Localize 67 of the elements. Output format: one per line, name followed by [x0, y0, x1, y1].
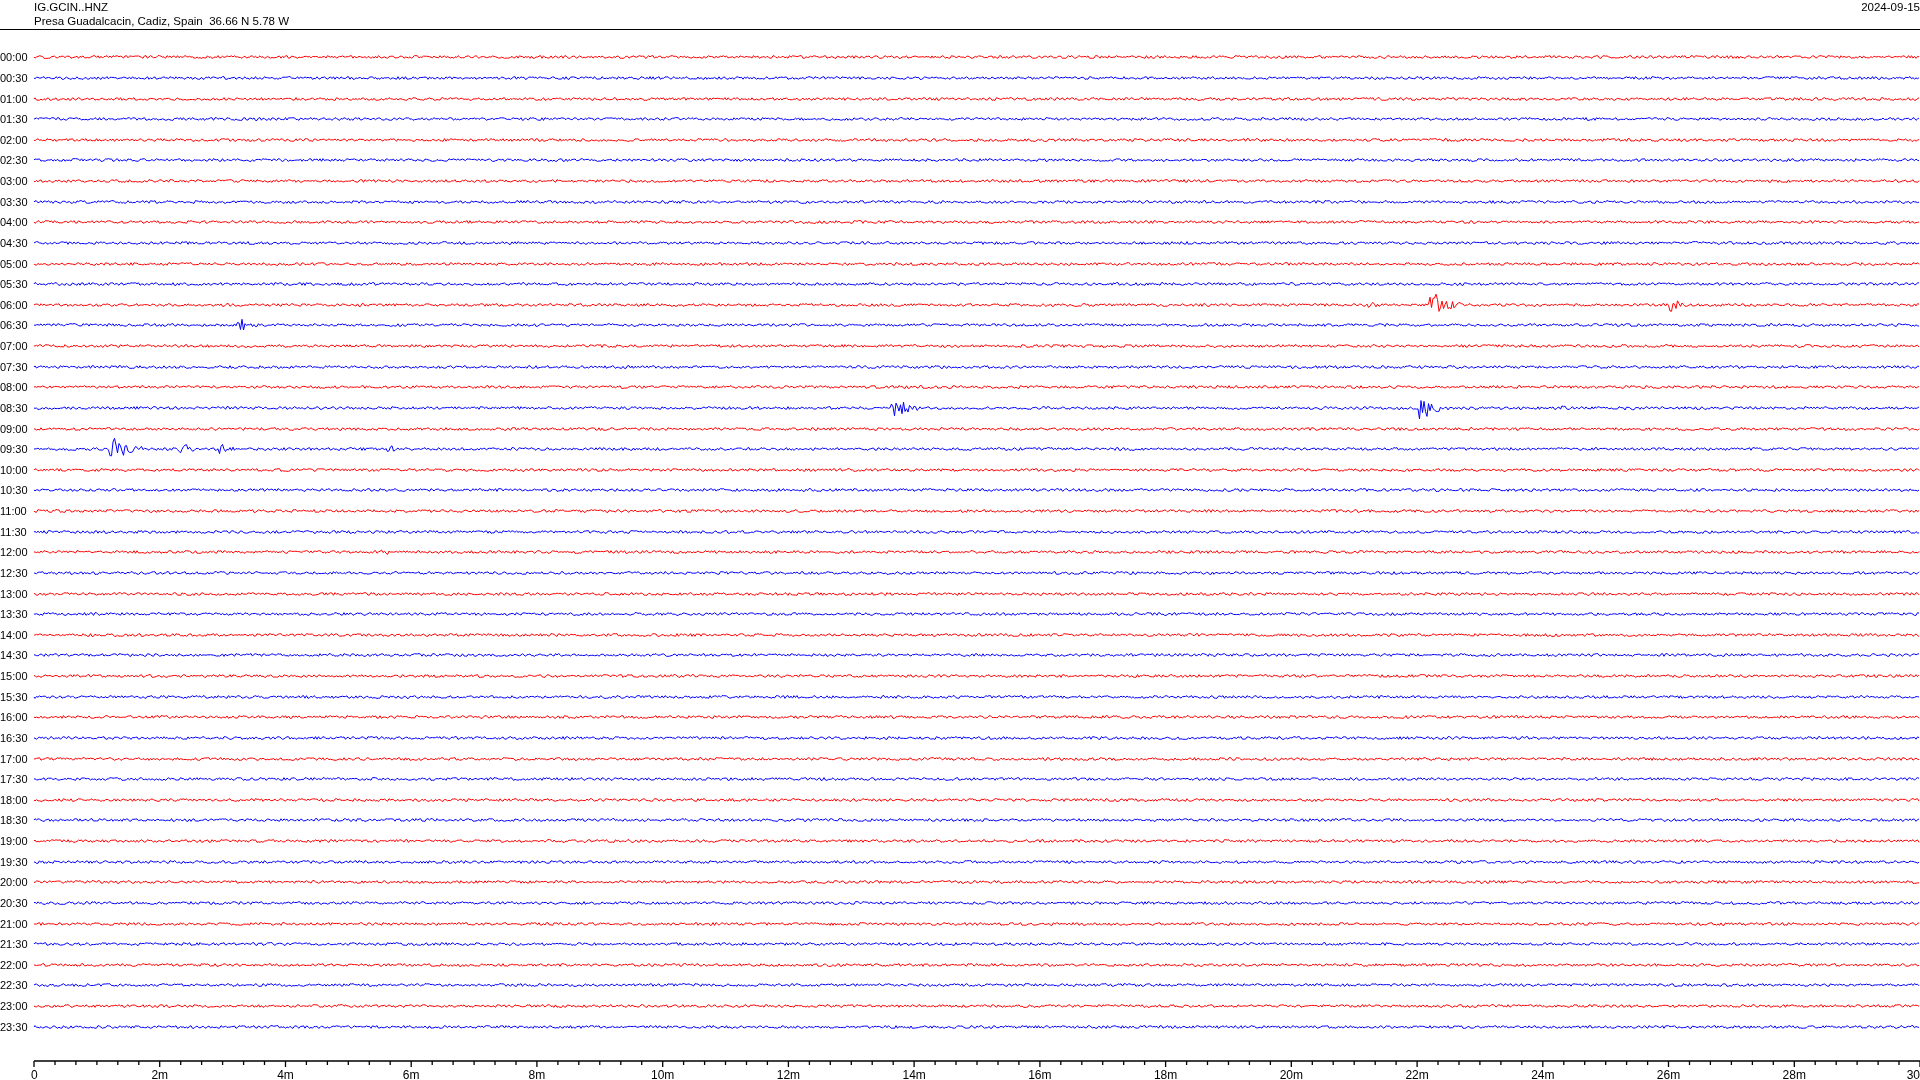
time-label: 05:00 — [0, 257, 29, 270]
time-label: 13:30 — [0, 608, 29, 621]
time-label: 01:00 — [0, 92, 29, 105]
time-label: 20:00 — [0, 876, 29, 889]
time-label: 19:30 — [0, 855, 29, 868]
axis-tick-label: 6m — [402, 1068, 420, 1080]
time-label: 09:00 — [0, 422, 29, 435]
time-label: 09:30 — [0, 443, 29, 456]
time-label: 23:00 — [0, 1000, 29, 1013]
axis-tick-label: 30 — [1906, 1068, 1920, 1080]
time-label: 04:00 — [0, 216, 29, 229]
axis-tick-label: 18m — [1153, 1068, 1178, 1080]
time-label: 12:30 — [0, 566, 29, 579]
axis-tick-label: 26m — [1656, 1068, 1681, 1080]
time-label: 02:30 — [0, 154, 29, 167]
axis-tick-label: 10m — [651, 1068, 675, 1080]
time-label: 15:00 — [0, 670, 29, 683]
axis-tick-label: 28m — [1782, 1068, 1806, 1080]
time-label: 14:30 — [0, 649, 29, 662]
axis-tick-label: 20m — [1279, 1068, 1303, 1080]
time-label: 01:30 — [0, 113, 29, 126]
time-label: 03:30 — [0, 195, 29, 208]
time-label: 10:30 — [0, 484, 29, 497]
time-label: 12:00 — [0, 546, 29, 559]
time-label: 04:30 — [0, 236, 29, 249]
time-label: 19:00 — [0, 835, 29, 848]
time-label: 02:00 — [0, 133, 29, 146]
channel-code: IG.GCIN..HNZ — [34, 0, 110, 14]
time-label: 15:30 — [0, 690, 29, 703]
time-label: 23:30 — [0, 1020, 29, 1033]
time-label: 00:30 — [0, 71, 29, 84]
time-label: 00:00 — [0, 51, 29, 64]
time-label: 08:30 — [0, 401, 29, 414]
axis-tick-label: 16m — [1028, 1068, 1052, 1080]
axis-tick-label: 8m — [528, 1068, 546, 1080]
time-label: 06:00 — [0, 298, 29, 311]
time-label: 20:30 — [0, 896, 29, 909]
time-label: 16:30 — [0, 731, 29, 744]
time-label: 17:30 — [0, 773, 29, 786]
time-label: 11:00 — [0, 505, 28, 518]
time-label: 13:00 — [0, 587, 29, 600]
time-label: 17:00 — [0, 752, 29, 765]
station-info: Presa Guadalcacin, Cadiz, Spain 36.66 N 5.78 W — [34, 14, 290, 28]
axis-tick-label: 14m — [902, 1068, 926, 1080]
axis-tick-label: 2m — [151, 1068, 169, 1080]
time-label: 08:00 — [0, 381, 29, 394]
time-label: 18:00 — [0, 793, 29, 806]
time-label: 07:00 — [0, 340, 29, 353]
time-label: 21:00 — [0, 917, 29, 930]
time-label: 18:30 — [0, 814, 29, 827]
time-label: 14:00 — [0, 628, 29, 641]
axis-tick-label: 12m — [776, 1068, 801, 1080]
time-label: 22:00 — [0, 958, 29, 971]
time-label: 05:30 — [0, 278, 29, 291]
time-label: 06:30 — [0, 319, 29, 332]
time-label: 10:00 — [0, 463, 29, 476]
axis-tick-label: 4m — [277, 1068, 294, 1080]
time-label: 16:00 — [0, 711, 29, 724]
time-label: 03:00 — [0, 175, 29, 188]
time-label: 22:30 — [0, 979, 29, 992]
axis-tick-label: 22m — [1405, 1068, 1429, 1080]
time-label: 11:30 — [0, 525, 28, 538]
time-label: 07:30 — [0, 360, 29, 373]
date-label: 2024-09-15 — [1861, 0, 1920, 14]
axis-tick-label: 24m — [1531, 1068, 1555, 1080]
time-label: 21:30 — [0, 938, 29, 951]
axis-tick-label: 0 — [31, 1068, 38, 1080]
